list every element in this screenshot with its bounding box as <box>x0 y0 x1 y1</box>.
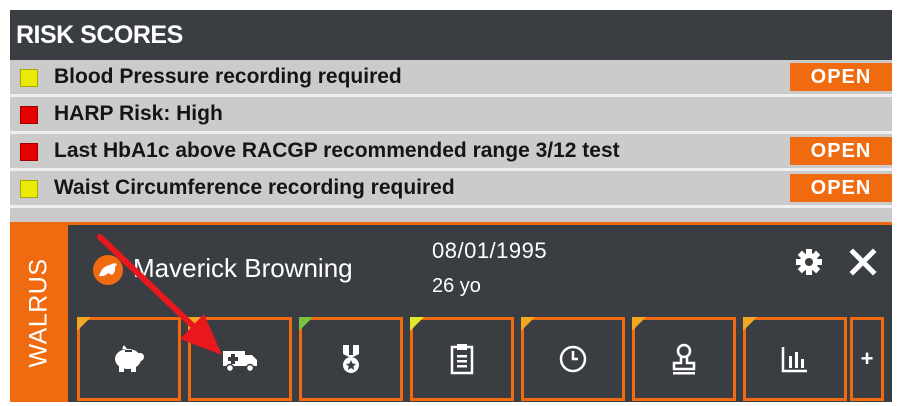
risk-item-label: Last HbA1c above RACGP recommended range… <box>54 139 620 162</box>
tile-clipboard[interactable] <box>410 317 514 401</box>
flag-marker <box>299 317 313 331</box>
walrus-side-tab[interactable]: WALRUS <box>10 225 68 402</box>
risk-scores-panel: RISK SCORES Blood Pressure recording req… <box>10 10 892 222</box>
flag-marker <box>410 317 424 331</box>
flag-marker <box>188 317 202 331</box>
close-icon[interactable] <box>846 245 880 279</box>
risk-item-harp: HARP Risk: High <box>10 97 892 134</box>
gear-icon[interactable] <box>792 245 826 279</box>
risk-item-waist: Waist Circumference recording required O… <box>10 171 892 208</box>
red-status-icon <box>20 106 38 124</box>
risk-item-label: Waist Circumference recording required <box>54 176 455 199</box>
tile-stamp[interactable] <box>632 317 736 401</box>
flag-marker <box>632 317 646 331</box>
tile-bar-chart[interactable] <box>743 317 847 401</box>
yellow-status-icon <box>20 69 38 87</box>
risk-item-label: HARP Risk: High <box>54 102 223 125</box>
red-status-icon <box>20 143 38 161</box>
tile-piggy-bank[interactable] <box>77 317 181 401</box>
risk-scores-title: RISK SCORES <box>10 10 892 60</box>
risk-item-hba1c: Last HbA1c above RACGP recommended range… <box>10 134 892 171</box>
walrus-logo-icon <box>93 255 123 285</box>
flag-marker <box>77 317 91 331</box>
walrus-widget: WALRUS Maverick Browning 08/01/1995 26 y… <box>10 222 892 402</box>
patient-dob: 08/01/1995 <box>432 238 548 263</box>
yellow-status-icon <box>20 180 38 198</box>
walrus-side-label: WALRUS <box>24 258 53 368</box>
risk-item-blood-pressure: Blood Pressure recording required OPEN <box>10 60 892 97</box>
patient-age: 26 yo <box>432 275 481 297</box>
risk-item-label: Blood Pressure recording required <box>54 65 402 88</box>
open-button[interactable]: OPEN <box>790 137 892 165</box>
tile-clock[interactable] <box>521 317 625 401</box>
open-button[interactable]: OPEN <box>790 63 892 91</box>
flag-marker <box>743 317 757 331</box>
tile-ambulance[interactable] <box>188 317 292 401</box>
tile-medal[interactable] <box>299 317 403 401</box>
open-button[interactable]: OPEN <box>790 174 892 202</box>
patient-name: Maverick Browning <box>133 253 353 283</box>
more-tiles-button[interactable]: + <box>850 317 884 401</box>
flag-marker <box>521 317 535 331</box>
